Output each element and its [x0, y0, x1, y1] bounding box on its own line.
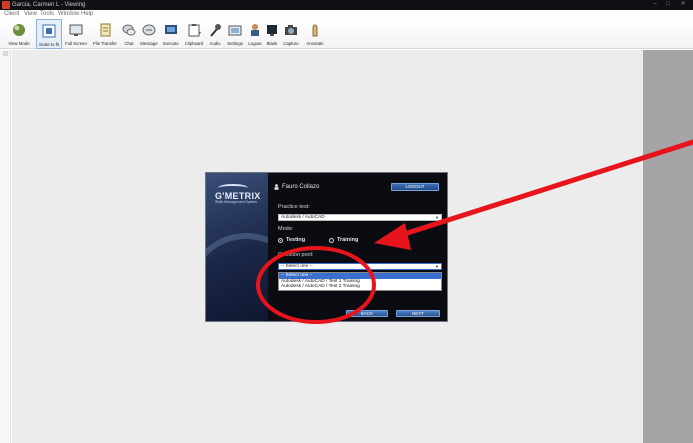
- chevron-down-icon: ▼: [435, 215, 439, 220]
- ruler-marker: [3, 51, 8, 56]
- tool-annotate[interactable]: Annotate: [303, 19, 327, 49]
- toolbar: View Mode Scale to fit Full Screen File …: [0, 19, 693, 49]
- side-ruler: [0, 50, 11, 443]
- user-name: Fauro Collazo: [282, 184, 320, 190]
- mode-label: Mode:: [278, 226, 294, 232]
- menu-client[interactable]: Client: [4, 10, 19, 19]
- close-button[interactable]: ✕: [676, 1, 690, 8]
- question-pool-select[interactable]: -- Select one -- ▼: [278, 263, 442, 270]
- practice-test-value: Autodesk / AutoCAD: [281, 215, 325, 220]
- tool-file-transfer[interactable]: File Transfer: [90, 19, 120, 49]
- view-mode-icon: [10, 21, 28, 39]
- capture-icon: [282, 21, 300, 39]
- practice-test-select[interactable]: Autodesk / AutoCAD ▼: [278, 214, 442, 221]
- remote-desktop-gutter: [643, 50, 693, 443]
- menu-window[interactable]: Window: [58, 10, 79, 19]
- question-pool-dropdown: -- Select one -- Autodesk / AutoCAD / Te…: [278, 272, 442, 291]
- mode-testing-radio[interactable]: Testing: [278, 237, 305, 243]
- tool-chat[interactable]: Chat: [121, 19, 137, 49]
- back-button[interactable]: BACK: [346, 310, 388, 317]
- clipboard-icon: [185, 21, 203, 39]
- next-button[interactable]: NEXT: [396, 310, 440, 317]
- maximize-button[interactable]: □: [663, 1, 673, 8]
- full-screen-icon: [67, 21, 85, 39]
- logout-button[interactable]: LOGOUT: [391, 183, 439, 191]
- radio-unselected-icon: [329, 237, 334, 243]
- menu-tools[interactable]: Tools: [40, 10, 54, 19]
- scale-to-fit-icon: [40, 22, 58, 40]
- practice-test-label: Practice test:: [278, 204, 310, 210]
- user-row: Fauro Collazo: [274, 184, 319, 190]
- tool-audio[interactable]: Audio: [207, 19, 223, 49]
- message-icon: [140, 21, 158, 39]
- tool-capture[interactable]: Capture: [280, 19, 302, 49]
- window-title: Garcia, Carmen L - Viewing: [12, 2, 86, 8]
- mode-training-radio[interactable]: Training: [329, 237, 358, 243]
- tool-execute[interactable]: Execute: [161, 19, 181, 49]
- question-pool-value: -- Select one --: [281, 264, 313, 269]
- settings-icon: [226, 21, 244, 39]
- gmetrix-dialog: G'METRIX Skills Management System Fauro …: [205, 172, 448, 322]
- tool-scale-to-fit[interactable]: Scale to fit: [36, 19, 62, 49]
- audio-icon: [206, 21, 224, 39]
- menu-help[interactable]: Help: [81, 10, 93, 19]
- file-transfer-icon: [96, 21, 114, 39]
- logout-icon: [246, 21, 264, 39]
- radio-selected-icon: [278, 237, 283, 243]
- title-bar: Garcia, Carmen L - Viewing – □ ✕: [0, 0, 693, 10]
- tool-view-mode[interactable]: View Mode: [3, 19, 35, 49]
- menu-view[interactable]: View: [24, 10, 37, 19]
- tool-message[interactable]: Message: [138, 19, 160, 49]
- blank-icon: [263, 21, 281, 39]
- gmetrix-brand-panel: G'METRIX Skills Management System: [206, 173, 268, 321]
- minimize-button[interactable]: –: [650, 1, 660, 8]
- annotate-icon: [306, 21, 324, 39]
- menu-bar: Client View Tools Window Help: [0, 10, 693, 19]
- chevron-down-icon: ▼: [435, 264, 439, 269]
- execute-icon: [162, 21, 180, 39]
- app-icon: [2, 1, 10, 9]
- chat-icon: [120, 21, 138, 39]
- gmetrix-tagline: Skills Management System: [215, 200, 258, 204]
- tool-full-screen[interactable]: Full Screen: [63, 19, 89, 49]
- tool-logout[interactable]: Logout: [246, 19, 264, 49]
- user-icon: [274, 184, 279, 190]
- question-pool-label: Question pool:: [278, 252, 314, 258]
- tool-clipboard[interactable]: Clipboard: [182, 19, 206, 49]
- tool-settings[interactable]: Settings: [225, 19, 245, 49]
- pool-option[interactable]: Autodesk / AutoCAD / Test 2 Training: [279, 284, 441, 290]
- tool-blank[interactable]: Blank: [265, 19, 279, 49]
